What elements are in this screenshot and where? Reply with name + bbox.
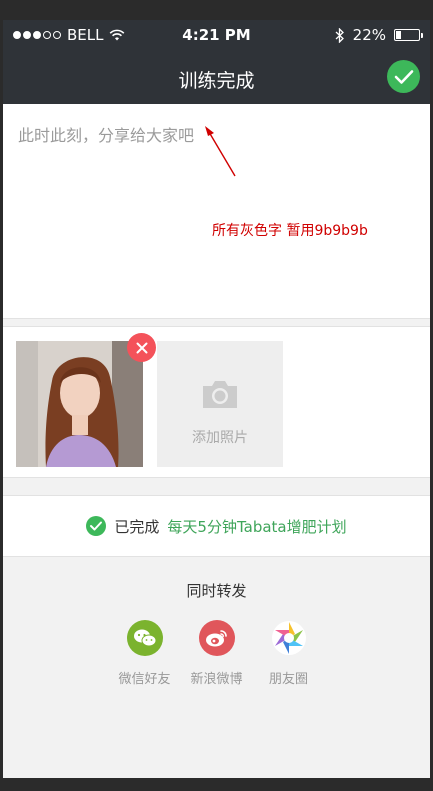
completed-label: 已完成 (114, 517, 160, 536)
bluetooth-icon (335, 27, 344, 43)
close-icon (136, 342, 147, 353)
battery-percent: 22% (352, 26, 386, 44)
page-title: 训练完成 (178, 70, 255, 92)
camera-icon (203, 381, 237, 408)
share-moments-button[interactable]: 朋友圈 (264, 620, 314, 687)
share-options: 微信好友 新浪微博 朋友圈 (3, 620, 430, 687)
weibo-icon (198, 620, 235, 656)
battery-icon (394, 29, 423, 41)
check-circle-icon (86, 516, 107, 536)
share-wechat-label: 微信好友 (118, 672, 171, 687)
compose-area: 所有灰色字 暂用9b9b9b (3, 104, 430, 319)
share-weibo-button[interactable]: 新浪微博 (190, 620, 243, 687)
remove-photo-button[interactable] (127, 333, 156, 362)
add-photo-button[interactable]: 添加照片 (157, 341, 283, 467)
share-weibo-label: 新浪微博 (190, 672, 243, 687)
moments-icon (271, 620, 307, 656)
status-bar: BELL 4:21 PM 22% (3, 20, 430, 50)
share-wechat-button[interactable]: 微信好友 (118, 620, 171, 687)
add-photo-label: 添加照片 (192, 430, 248, 446)
plan-name-link[interactable]: 每天5分钟Tabata增肥计划 (167, 516, 346, 537)
annotation-arrow-icon (205, 126, 236, 177)
nav-bar: 训练完成 (3, 50, 430, 104)
phone-screen: BELL 4:21 PM 22% 训练完成 此时此刻，分享给大家吧 所有灰色字 … (3, 20, 430, 778)
completed-row: 已完成 每天5分钟Tabata增肥计划 (3, 495, 430, 557)
wechat-icon (126, 620, 163, 656)
status-right: 22% (335, 26, 423, 44)
portrait-photo (16, 341, 143, 467)
done-button[interactable] (387, 60, 420, 93)
photo-area: 添加照片 (3, 326, 430, 478)
share-moments-label: 朋友圈 (268, 672, 308, 687)
photo-thumbnail[interactable] (16, 341, 143, 467)
design-annotation: 所有灰色字 暂用9b9b9b (212, 223, 368, 239)
share-title: 同时转发 (186, 582, 247, 600)
check-icon (394, 69, 413, 84)
